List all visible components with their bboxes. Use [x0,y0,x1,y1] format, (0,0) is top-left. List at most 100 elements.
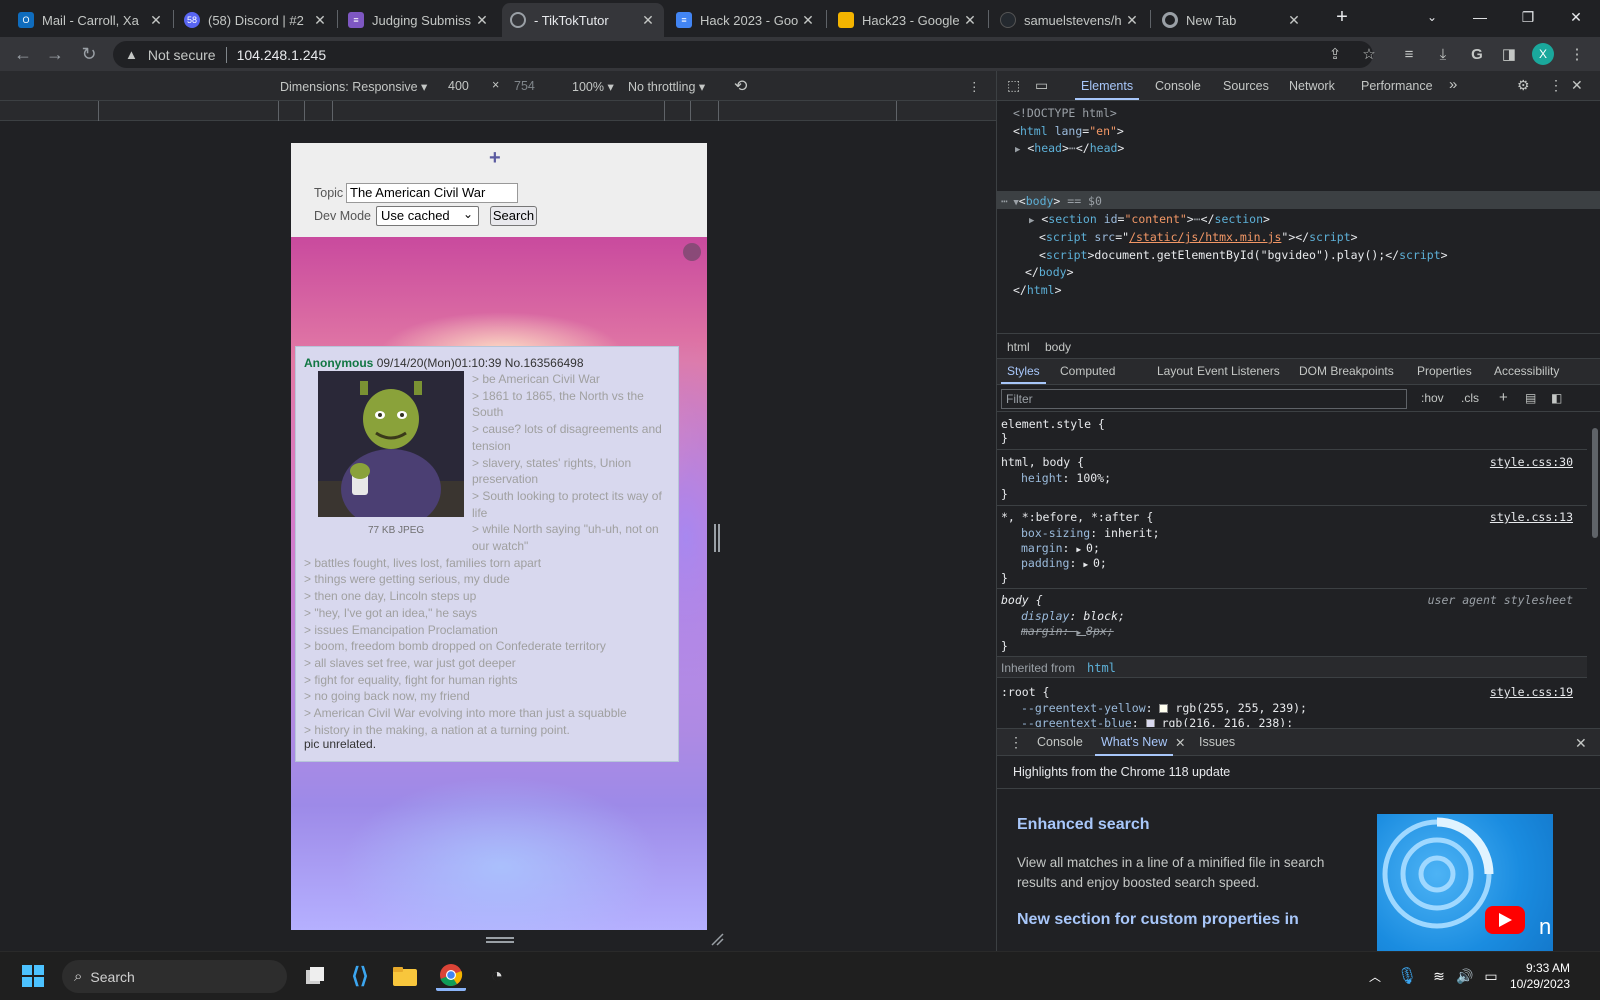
search-button[interactable]: Search [490,206,537,226]
restore-window-button[interactable]: ❐ [1508,0,1548,34]
share-icon[interactable]: ⇪ [1324,43,1346,65]
windows-start-icon[interactable] [18,961,48,991]
rule-source-link[interactable]: style.css:19 [1490,685,1573,699]
bookmark-star-icon[interactable]: ☆ [1358,43,1380,65]
whats-new-video-thumbnail[interactable]: n [1377,814,1553,951]
new-tab-button[interactable]: + [1322,0,1362,34]
rule-declaration[interactable]: box-sizing: inherit; [1021,526,1160,540]
hover-state-toggle[interactable]: :hov [1421,391,1444,405]
drawer-tab-whats-new[interactable]: What's New [1094,735,1174,756]
class-toggle[interactable]: .cls [1461,391,1479,405]
task-view-icon[interactable] [300,961,330,991]
side-panel-icon[interactable]: ◨ [1498,43,1520,65]
profile-avatar[interactable]: X [1532,43,1554,65]
dom-doctype[interactable]: <!DOCTYPE html> [1013,106,1117,120]
topic-input[interactable]: The American Civil War [346,183,518,203]
tab-dom-breakpoints[interactable]: DOM Breakpoints [1299,364,1394,378]
chrome-menu-icon[interactable]: ⋮ [1566,43,1588,65]
resize-handle-right[interactable] [714,524,720,552]
drawer-tab-console[interactable]: Console [1037,735,1083,749]
width-input[interactable]: 400 [448,79,469,93]
tab-performance[interactable]: Performance [1361,79,1433,93]
rule-selector[interactable]: body { [1001,593,1043,607]
rule-selector[interactable]: *, *:before, *:after { [1001,510,1153,524]
tab-event-listeners[interactable]: Event Listeners [1197,364,1280,378]
tab-layout[interactable]: Layout [1157,364,1193,378]
rule-declaration[interactable]: margin: ▶ 0; [1021,541,1100,555]
dimensions-dropdown[interactable]: Dimensions: Responsive ▾ [280,79,427,94]
vscode-icon[interactable]: ⟨⟩ [345,961,375,991]
color-swatch[interactable] [1159,704,1169,713]
download-icon[interactable]: ⤓ [1432,43,1454,65]
back-button[interactable]: ← [10,41,36,67]
forward-button[interactable]: → [42,41,68,67]
post-image[interactable] [318,371,464,517]
breadcrumb-body[interactable]: body [1045,340,1071,354]
close-tab-icon[interactable]: ✕ [962,12,978,29]
url-text[interactable]: 104.248.1.245 [237,47,327,63]
close-tab-icon[interactable]: ✕ [1124,12,1140,29]
browser-tab-mail[interactable]: O Mail - Carroll, Xa ✕ [10,3,172,37]
tab-console[interactable]: Console [1155,79,1201,93]
rule-declaration[interactable]: display: block; [1021,609,1125,623]
grammarly-extension-icon[interactable]: G [1466,43,1488,65]
tab-properties[interactable]: Properties [1417,364,1472,378]
inspect-element-icon[interactable]: ⬚ [1007,77,1020,94]
whats-new-heading[interactable]: Enhanced search [1017,816,1150,834]
dom-inline-script-node[interactable]: <script>document.getElementById("bgvideo… [1039,248,1448,262]
close-whats-new-icon[interactable]: ✕ [1175,735,1185,750]
tab-network[interactable]: Network [1289,79,1335,93]
browser-tab-new-tab[interactable]: New Tab ✕ [1154,3,1310,37]
close-tab-icon[interactable]: ✕ [312,12,328,29]
whats-new-heading[interactable]: New section for custom properties in [1017,911,1299,929]
drawer-menu-icon[interactable]: ⋮ [1009,734,1023,751]
browser-tab-judging[interactable]: ≡ Judging Submiss ✕ [340,3,498,37]
rule-source-link[interactable]: style.css:13 [1490,510,1573,524]
chrome-taskbar-icon[interactable] [436,961,466,991]
toggle-sidebar-icon[interactable]: ◧ [1551,391,1562,405]
tab-computed[interactable]: Computed [1060,364,1115,378]
close-tab-icon[interactable]: ✕ [800,12,816,29]
dom-section-node[interactable]: ▶ <section id="content">⋯</section> [1029,212,1270,226]
dom-script-src-node[interactable]: <script src="/static/js/htmx.min.js"></s… [1039,230,1358,244]
more-tabs-icon[interactable]: » [1449,76,1457,93]
device-toolbar-toggle-icon[interactable]: ▭ [1035,77,1048,94]
resize-corner-icon[interactable] [710,932,724,946]
device-toolbar-menu-icon[interactable]: ⋮ [968,79,981,94]
close-tab-icon[interactable]: ✕ [1286,12,1302,29]
settings-gear-icon[interactable]: ⚙ [1517,77,1530,94]
browser-tab-hack-slides[interactable]: Hack23 - Google ✕ [830,3,986,37]
close-tab-icon[interactable]: ✕ [640,12,656,29]
close-window-button[interactable]: ✕ [1556,0,1596,34]
tab-accessibility[interactable]: Accessibility [1494,364,1559,378]
rotate-icon[interactable]: ⟲ [734,76,747,96]
close-tab-icon[interactable]: ✕ [148,12,164,29]
rule-declaration[interactable]: padding: ▶ 0; [1021,556,1107,570]
rule-declaration[interactable]: --greentext-blue: rgb(216, 216, 238); [1021,716,1293,727]
address-bar[interactable]: ▲ Not secure 104.248.1.245 [113,41,1373,68]
zoom-dropdown[interactable]: 100% ▾ [572,79,614,94]
height-input[interactable]: 754 [514,79,535,93]
rule-element-style[interactable]: element.style { [1001,417,1105,431]
drawer-tab-issues[interactable]: Issues [1199,735,1235,749]
close-tab-icon[interactable]: ✕ [474,12,490,29]
rule-declaration[interactable]: --greentext-yellow: rgb(255, 255, 239); [1021,701,1307,715]
add-icon[interactable]: + [489,147,501,170]
rule-source-link[interactable]: style.css:30 [1490,455,1573,469]
inherited-tag[interactable]: html [1087,661,1116,675]
media-control-icon[interactable]: ≡ [1398,43,1420,65]
breadcrumb-html[interactable]: html [1007,340,1030,354]
browser-tab-tiktoktutor[interactable]: - TikTokTutor ✕ [502,3,664,37]
show-hidden-icons-chevron[interactable]: ︿ [1360,961,1390,991]
security-label[interactable]: Not secure [148,47,216,63]
microphone-icon[interactable]: 🎙 [1392,961,1422,991]
close-devtools-icon[interactable]: ✕ [1571,77,1583,94]
color-swatch[interactable] [1145,719,1155,727]
rule-declaration-overridden[interactable]: margin: ▶ 8px; [1021,624,1114,638]
reload-button[interactable]: ↻ [76,41,102,67]
styles-filter-input[interactable]: Filter [1001,389,1407,409]
media-query-ruler[interactable] [0,101,996,121]
battery-icon[interactable]: ▭ [1476,961,1506,991]
styles-scrollbar[interactable] [1590,416,1600,726]
dom-body-node[interactable]: ⋯ ▼<body> == $0 [1001,194,1102,208]
